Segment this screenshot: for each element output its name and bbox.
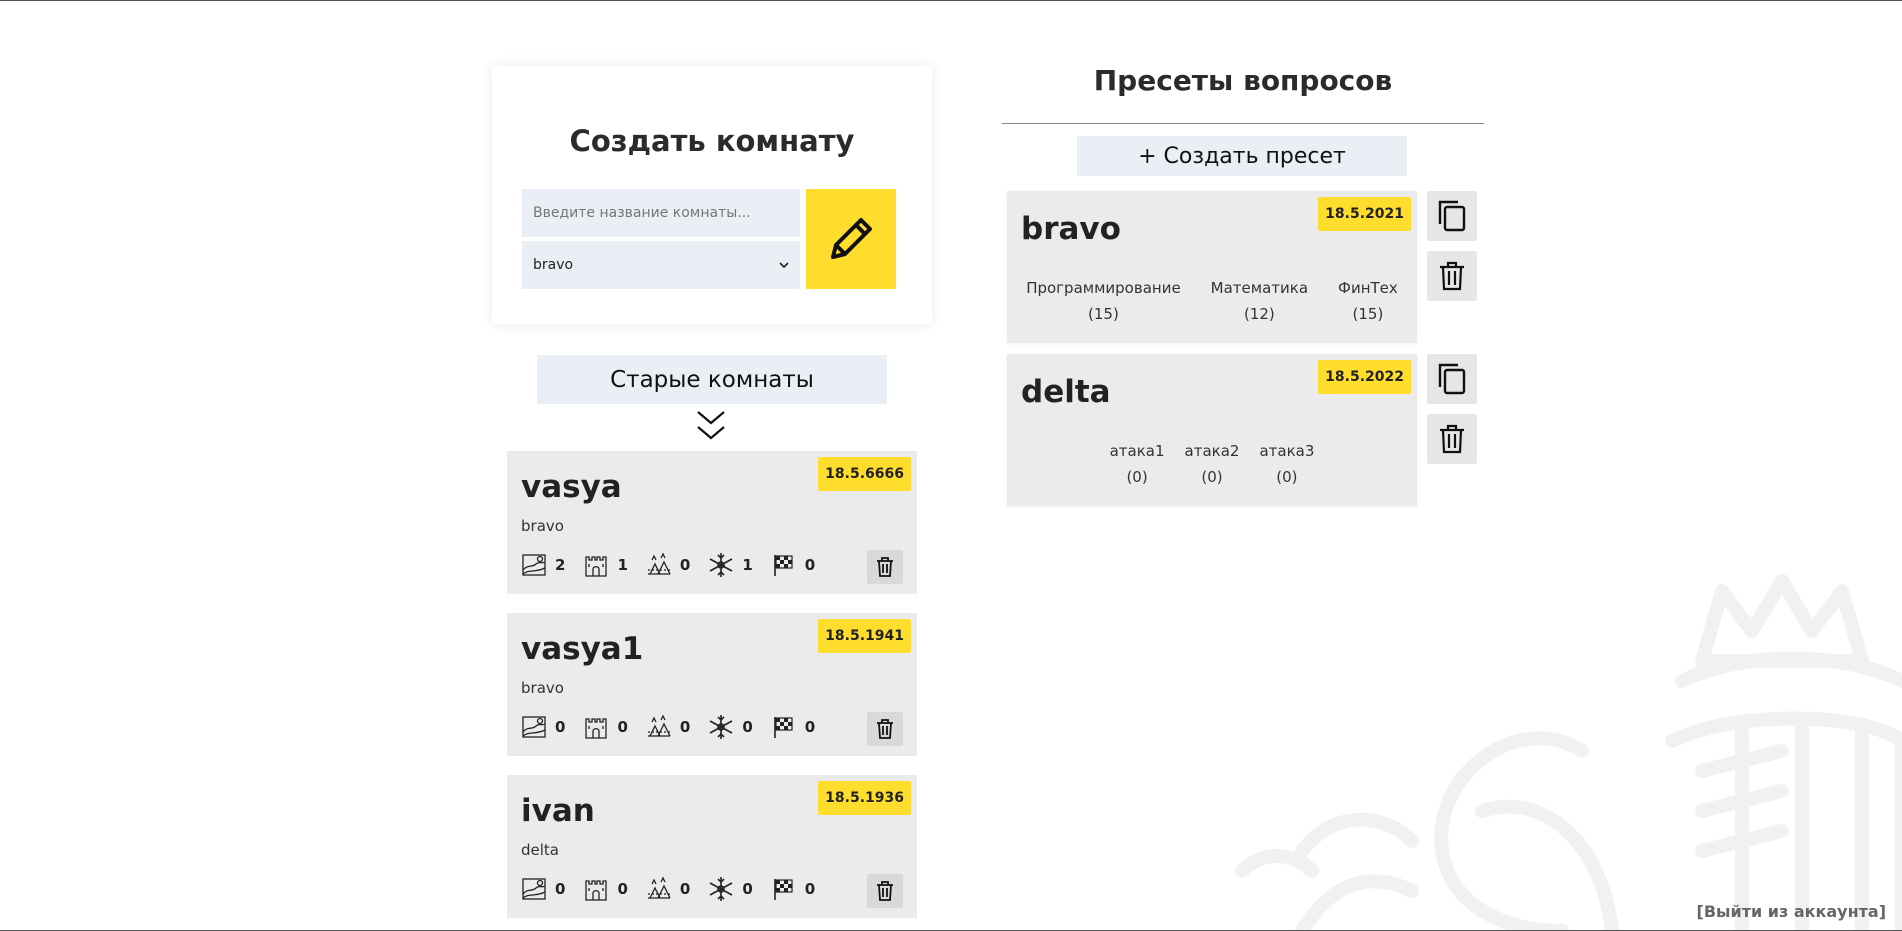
stat-value: 1 [617, 556, 628, 574]
finish-flag-icon [773, 555, 793, 576]
double-chevron-down-icon[interactable] [696, 409, 726, 443]
delete-room-button[interactable] [867, 874, 903, 908]
room-preset: bravo [521, 517, 564, 535]
stat-value: 0 [555, 880, 566, 898]
copy-icon [1438, 200, 1466, 232]
logout-link[interactable]: [Выйти из аккаунта] [1697, 902, 1887, 921]
room-name-input[interactable] [522, 189, 800, 237]
preset-categories: атака1 (0) атака2 (0) атака3 (0) [1007, 438, 1417, 490]
stat-value: 0 [679, 556, 691, 574]
stat-value: 0 [742, 718, 753, 736]
stat-value: 0 [555, 718, 566, 736]
delete-preset-button[interactable] [1427, 414, 1477, 464]
create-room-title: Создать комнату [569, 124, 855, 158]
finish-flag-icon [773, 879, 793, 900]
trash-icon [1440, 424, 1464, 454]
presets-title: Пресеты вопросов [1093, 64, 1393, 97]
room-card[interactable]: vasya bravo 18.5.6666 2 1 0 1 0 [507, 451, 917, 594]
date-badge: 18.5.2021 [1318, 197, 1411, 231]
date-badge: 18.5.1941 [818, 619, 911, 653]
presets-divider [1002, 123, 1484, 124]
snowflake-icon [709, 877, 733, 901]
create-room-button[interactable] [806, 189, 896, 289]
copy-preset-button[interactable] [1427, 191, 1477, 241]
landscape-icon [522, 554, 546, 576]
pencil-icon [831, 218, 872, 259]
room-name: vasya1 [521, 631, 644, 667]
delete-room-button[interactable] [867, 712, 903, 746]
date-badge: 18.5.2022 [1318, 360, 1411, 394]
room-preset: delta [521, 841, 559, 859]
category: атака3 (0) [1259, 442, 1315, 486]
top-border [0, 0, 1902, 1]
landscape-icon [522, 716, 546, 738]
stat-value: 0 [679, 880, 691, 898]
create-room-card: Создать комнату bravo [492, 66, 932, 324]
room-stats: 0 0 0 0 0 [521, 875, 833, 903]
create-preset-button[interactable]: + Создать пресет [1077, 136, 1407, 176]
room-stats: 0 0 0 0 0 [521, 713, 833, 741]
category: Программирование (15) [1026, 279, 1181, 323]
old-rooms-button[interactable]: Старые комнаты [537, 355, 887, 404]
castle-icon [585, 556, 608, 577]
camp-icon [647, 552, 671, 575]
stat-value: 0 [617, 718, 628, 736]
preset-select-value: bravo [533, 257, 574, 273]
preset-name: delta [1021, 374, 1111, 410]
preset-name: bravo [1021, 211, 1121, 247]
room-name: vasya [521, 469, 622, 505]
trash-icon [877, 557, 893, 577]
delete-preset-button[interactable] [1427, 251, 1477, 301]
snowflake-icon [709, 715, 733, 739]
category: Математика (12) [1210, 279, 1309, 323]
room-name: ivan [521, 793, 595, 829]
category: атака1 (0) [1109, 442, 1165, 486]
camp-icon [647, 714, 671, 737]
watermark-logo [1235, 574, 1902, 931]
date-badge: 18.5.6666 [818, 457, 911, 491]
copy-icon [1438, 363, 1466, 395]
stat-value: 0 [679, 718, 691, 736]
trash-icon [877, 719, 893, 739]
room-stats: 2 1 0 1 0 [521, 551, 833, 579]
stat-value: 0 [804, 718, 816, 736]
stat-value: 0 [804, 556, 816, 574]
chevron-down-icon [779, 262, 789, 269]
room-card[interactable]: ivan delta 18.5.1936 0 0 0 0 0 [507, 775, 917, 918]
preset-categories: Программирование (15) Математика (12) ФинТ… [1007, 275, 1417, 327]
snowflake-icon [709, 553, 733, 577]
castle-icon [585, 880, 608, 901]
stat-value: 0 [742, 880, 753, 898]
room-preset: bravo [521, 679, 564, 697]
category: атака2 (0) [1184, 442, 1240, 486]
preset-card[interactable]: bravo 18.5.2021 Программирование (15) Мат… [1007, 191, 1417, 343]
stat-value: 0 [617, 880, 628, 898]
camp-icon [647, 876, 671, 899]
category: ФинТех (15) [1338, 279, 1398, 323]
finish-flag-icon [773, 717, 793, 738]
room-card[interactable]: vasya1 bravo 18.5.1941 0 0 0 0 0 [507, 613, 917, 756]
date-badge: 18.5.1936 [818, 781, 911, 815]
landscape-icon [522, 878, 546, 900]
preset-select[interactable]: bravo [522, 241, 800, 289]
preset-card[interactable]: delta 18.5.2022 атака1 (0) атака2 (0) атак… [1007, 354, 1417, 506]
castle-icon [585, 718, 608, 739]
trash-icon [877, 881, 893, 901]
trash-icon [1440, 261, 1464, 291]
delete-room-button[interactable] [867, 550, 903, 584]
stat-value: 1 [742, 556, 753, 574]
copy-preset-button[interactable] [1427, 354, 1477, 404]
stat-value: 0 [804, 880, 816, 898]
stat-value: 2 [555, 556, 566, 574]
